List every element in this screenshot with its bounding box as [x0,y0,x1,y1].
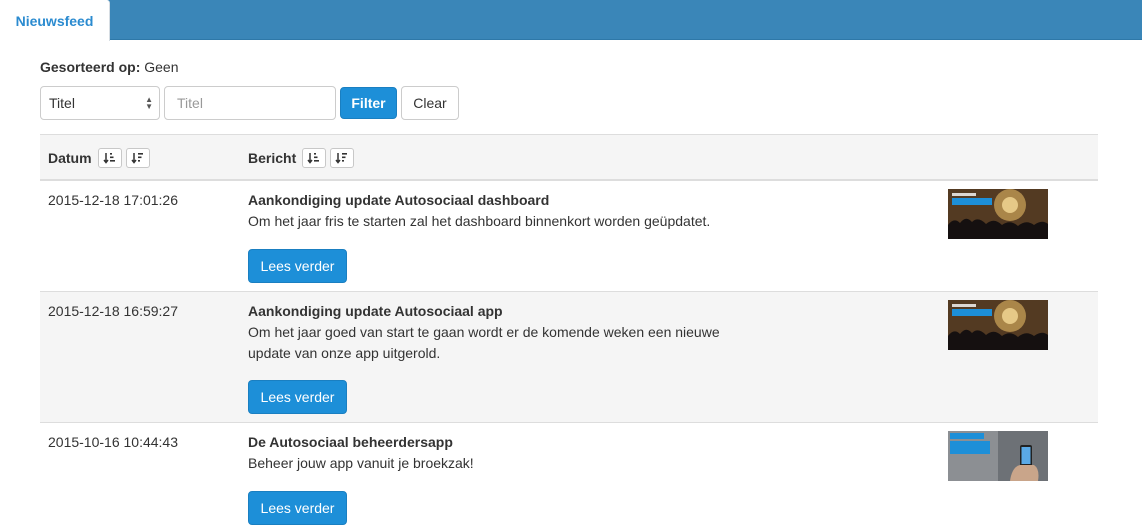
sort-ascending-icon[interactable] [302,147,327,168]
read-more-button[interactable]: Lees verder [248,249,347,283]
news-table: Datum Bericht 2015-12-18 17:01:26 Aankon… [40,134,1098,532]
row-text: Om het jaar goed van start te gaan wordt… [248,324,720,361]
table-row: 2015-12-18 17:01:26 Aankondiging update … [40,181,1098,292]
tab-nieuwsfeed[interactable]: Nieuwsfeed [0,0,110,41]
column-label-datum: Datum [48,149,92,166]
fireworks-thumbnail-icon[interactable] [948,300,1048,350]
row-text: Om het jaar fris te starten zal het dash… [248,213,711,229]
row-title: Aankondiging update Autosociaal app [248,303,503,319]
row-title: De Autosociaal beheerdersapp [248,434,453,450]
filter-text-input[interactable] [164,86,336,120]
row-title: Aankondiging update Autosociaal dashboar… [248,192,550,208]
read-more-button[interactable]: Lees verder [248,380,347,414]
filter-button[interactable]: Filter [340,87,397,119]
filter-field-select[interactable]: Titel ▲ ▼ [40,86,160,120]
read-more-button[interactable]: Lees verder [248,491,347,525]
row-text: Beheer jouw app vanuit je broekzak! [248,455,474,471]
row-date: 2015-12-18 16:59:27 [48,303,178,319]
row-date: 2015-10-16 10:44:43 [48,434,178,450]
table-header: Datum Bericht [40,134,1098,181]
table-row: 2015-12-18 16:59:27 Aankondiging update … [40,292,1098,423]
column-label-bericht: Bericht [248,149,297,166]
sort-ascending-icon[interactable] [97,147,122,168]
sort-descending-icon[interactable] [125,147,150,168]
row-date: 2015-12-18 17:01:26 [48,192,178,208]
sort-status: Gesorteerd op: Geen [40,59,179,75]
select-arrows-icon: ▲ ▼ [145,95,153,111]
top-tab-bar: Nieuwsfeed [0,0,1142,41]
sort-label: Gesorteerd op: [40,59,141,75]
column-header-bericht: Bericht [248,135,355,180]
filter-field-value: Titel [49,95,75,111]
clear-button[interactable]: Clear [401,86,459,120]
fireworks-thumbnail-icon[interactable] [948,189,1048,239]
table-row: 2015-10-16 10:44:43 De Autosociaal behee… [40,423,1098,532]
sort-descending-icon[interactable] [330,147,355,168]
column-header-datum: Datum [48,135,150,180]
sort-value: Geen [144,59,179,75]
phone-thumbnail-icon[interactable] [948,431,1048,481]
